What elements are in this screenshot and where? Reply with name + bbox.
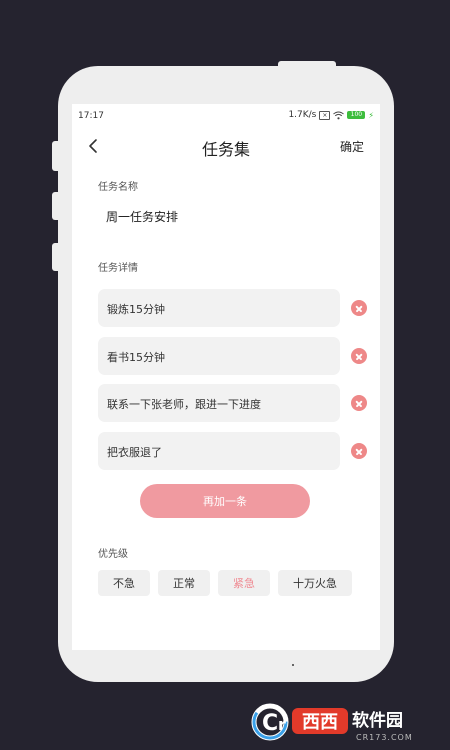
delete-icon[interactable] — [351, 300, 367, 316]
nav-bar: 任务集 确定 — [72, 128, 380, 164]
status-time: 17:17 — [78, 111, 104, 121]
app-screen: 17:17 1.7K/s × 100 ⚡ 任务集 确定 任务名称 周一任务安排 … — [72, 104, 380, 650]
task-item[interactable]: 把衣服退了 — [98, 432, 340, 470]
status-icons: 1.7K/s × 100 ⚡ — [288, 110, 374, 120]
priority-label: 优先级 — [98, 549, 128, 560]
confirm-button[interactable]: 确定 — [340, 138, 364, 155]
wifi-icon — [333, 111, 345, 119]
svg-text:r: r — [278, 715, 286, 734]
sim-icon: × — [319, 110, 331, 120]
stage: 17:17 1.7K/s × 100 ⚡ 任务集 确定 任务名称 周一任务安排 … — [0, 0, 450, 750]
priority-option-normal[interactable]: 正常 — [158, 570, 210, 596]
status-bar: 17:17 1.7K/s × 100 ⚡ — [72, 104, 380, 128]
task-item[interactable]: 联系一下张老师，跟进一下进度 — [98, 384, 340, 422]
task-name-input[interactable]: 周一任务安排 — [106, 208, 178, 225]
charging-icon: ⚡ — [368, 110, 374, 120]
task-item-text: 联系一下张老师，跟进一下进度 — [107, 398, 261, 411]
page-title: 任务集 — [201, 140, 250, 159]
svg-text:C: C — [262, 711, 278, 736]
task-item[interactable]: 锻炼15分钟 — [98, 289, 340, 327]
delete-icon[interactable] — [351, 443, 367, 459]
delete-icon[interactable] — [351, 395, 367, 411]
network-speed: 1.7K/s — [288, 110, 317, 120]
task-item-text: 看书15分钟 — [107, 351, 165, 364]
watermark-brand-a: 西西 — [302, 712, 338, 733]
task-item[interactable]: 看书15分钟 — [98, 337, 340, 375]
home-indicator — [292, 664, 294, 666]
priority-option-urgent[interactable]: 紧急 — [218, 570, 270, 596]
task-item-text: 锻炼15分钟 — [107, 303, 165, 316]
watermark-brand-b: 软件园 — [352, 710, 403, 731]
battery-icon: 100 — [347, 111, 366, 119]
task-detail-label: 任务详情 — [98, 263, 138, 274]
watermark-url: CR173.COM — [356, 733, 413, 742]
watermark-logo: C r 西西 软件园 CR173.COM — [248, 700, 444, 744]
task-name-label: 任务名称 — [98, 182, 138, 193]
add-task-button[interactable]: 再加一条 — [140, 484, 310, 518]
priority-option-critical[interactable]: 十万火急 — [278, 570, 352, 596]
delete-icon[interactable] — [351, 348, 367, 364]
task-item-text: 把衣服退了 — [107, 446, 162, 459]
priority-option-not-urgent[interactable]: 不急 — [98, 570, 150, 596]
